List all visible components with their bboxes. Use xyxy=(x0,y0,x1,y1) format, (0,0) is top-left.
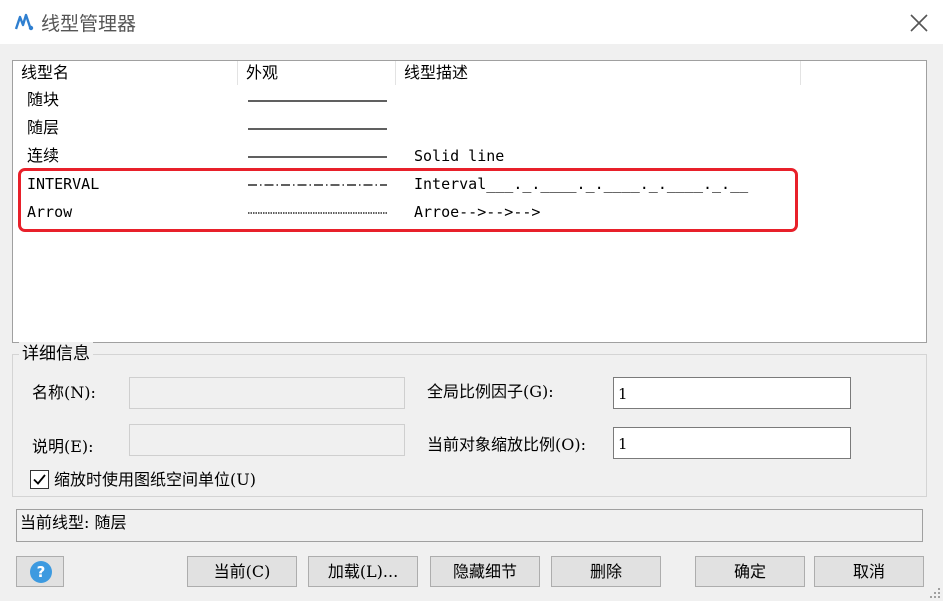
linetype-name: 随层 xyxy=(27,118,60,137)
delete-button[interactable]: 删除 xyxy=(551,556,661,587)
window-title: 线型管理器 xyxy=(41,13,137,35)
paper-space-checkbox[interactable] xyxy=(30,470,49,489)
current-linetype-status: 当前线型: 随层 xyxy=(16,509,923,542)
description-label: 说明(E): xyxy=(32,437,94,456)
linetype-description: Solid line xyxy=(414,147,505,165)
description-field xyxy=(129,424,405,456)
load-button[interactable]: 加载(L)... xyxy=(308,556,418,587)
title-bar: 线型管理器 xyxy=(0,0,943,44)
help-button[interactable]: ? xyxy=(16,556,64,587)
linetype-sample xyxy=(248,128,387,130)
cancel-button[interactable]: 取消 xyxy=(814,556,924,587)
list-item[interactable]: 随块 xyxy=(13,86,926,114)
linetype-sample xyxy=(248,156,387,158)
ok-button[interactable]: 确定 xyxy=(695,556,805,587)
details-legend: 详细信息 xyxy=(19,342,93,366)
help-icon: ? xyxy=(30,561,52,583)
linetype-app-icon xyxy=(13,11,35,33)
object-scale-label: 当前对象缩放比例(O): xyxy=(427,435,586,454)
column-header-description[interactable]: 线型描述 xyxy=(396,61,801,85)
global-scale-input[interactable] xyxy=(613,377,851,409)
name-label: 名称(N): xyxy=(32,383,96,402)
hide-details-button[interactable]: 隐藏细节 xyxy=(430,556,540,587)
global-scale-label: 全局比例因子(G): xyxy=(427,382,554,401)
current-linetype-text: 当前线型: 随层 xyxy=(20,513,127,532)
list-item[interactable]: 随层 xyxy=(13,114,926,142)
linetype-sample xyxy=(248,100,387,102)
highlight-box xyxy=(18,168,798,232)
checkmark-icon xyxy=(33,474,46,485)
close-x-icon[interactable] xyxy=(906,10,932,36)
current-button[interactable]: 当前(C) xyxy=(187,556,297,587)
column-header-appearance[interactable]: 外观 xyxy=(238,61,396,85)
resize-grip-icon[interactable] xyxy=(929,587,941,599)
paper-space-label[interactable]: 缩放时使用图纸空间单位(U) xyxy=(54,469,256,491)
linetype-name: 连续 xyxy=(27,146,60,165)
linetype-name: 随块 xyxy=(27,90,60,109)
list-item[interactable]: 连续 Solid line xyxy=(13,142,926,170)
column-header-name[interactable]: 线型名 xyxy=(13,61,238,85)
name-field xyxy=(129,377,405,409)
object-scale-input[interactable] xyxy=(613,427,851,459)
